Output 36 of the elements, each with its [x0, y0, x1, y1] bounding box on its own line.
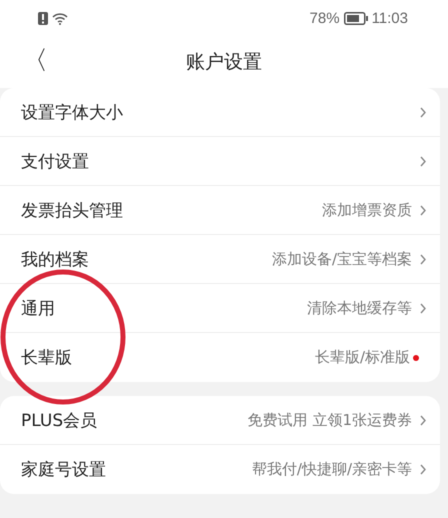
row-label: 支付设置 — [21, 150, 89, 172]
wifi-icon — [52, 12, 68, 24]
row-label: 发票抬头管理 — [21, 200, 123, 222]
battery-percent: 78% — [310, 10, 340, 26]
chevron-icon — [420, 254, 426, 264]
chevron-icon — [420, 106, 426, 118]
settings-row[interactable]: 通用 清除本地缓存等 — [0, 284, 440, 333]
row-value: 添加增票资质 — [322, 200, 412, 220]
row-value: 长辈版/标准版 — [314, 348, 410, 367]
row-label: 长辈版 — [21, 347, 72, 369]
row-label: 我的档案 — [21, 248, 89, 270]
row-value: 清除本地缓存等 — [307, 298, 412, 318]
chevron-icon — [420, 156, 426, 166]
settings-row[interactable]: 我的档案 添加设备/宝宝等档案 — [0, 235, 440, 284]
settings-row[interactable]: PLUS会员 免费试用 立领1张运费券 — [0, 396, 440, 445]
settings-row[interactable]: 家庭号设置 帮我付/快捷聊/亲密卡等 — [0, 445, 440, 494]
chevron-icon — [420, 414, 426, 426]
row-label: 家庭号设置 — [21, 459, 106, 481]
row-value: 帮我付/快捷聊/亲密卡等 — [252, 460, 412, 479]
row-value: 免费试用 立领1张运费券 — [248, 410, 412, 430]
settings-row[interactable]: 设置字体大小 — [0, 88, 440, 137]
chevron-icon — [420, 464, 426, 475]
chevron-icon — [420, 302, 426, 314]
page-title: 账户设置 — [186, 50, 262, 75]
settings-row[interactable]: 长辈版 长辈版/标准版 — [0, 333, 440, 382]
row-label: PLUS会员 — [21, 410, 98, 432]
row-label: 通用 — [21, 298, 55, 320]
row-value: 添加设备/宝宝等档案 — [272, 250, 412, 268]
clock-time: 11:03 — [372, 10, 408, 26]
settings-row[interactable]: 支付设置 — [0, 137, 440, 186]
settings-row[interactable]: 发票抬头管理 添加增票资质 — [0, 186, 440, 235]
back-button[interactable]: 〈 — [18, 44, 52, 78]
row-label: 设置字体大小 — [21, 102, 123, 124]
alert-icon — [38, 12, 48, 24]
battery-icon — [344, 12, 368, 24]
chevron-icon — [420, 204, 426, 216]
